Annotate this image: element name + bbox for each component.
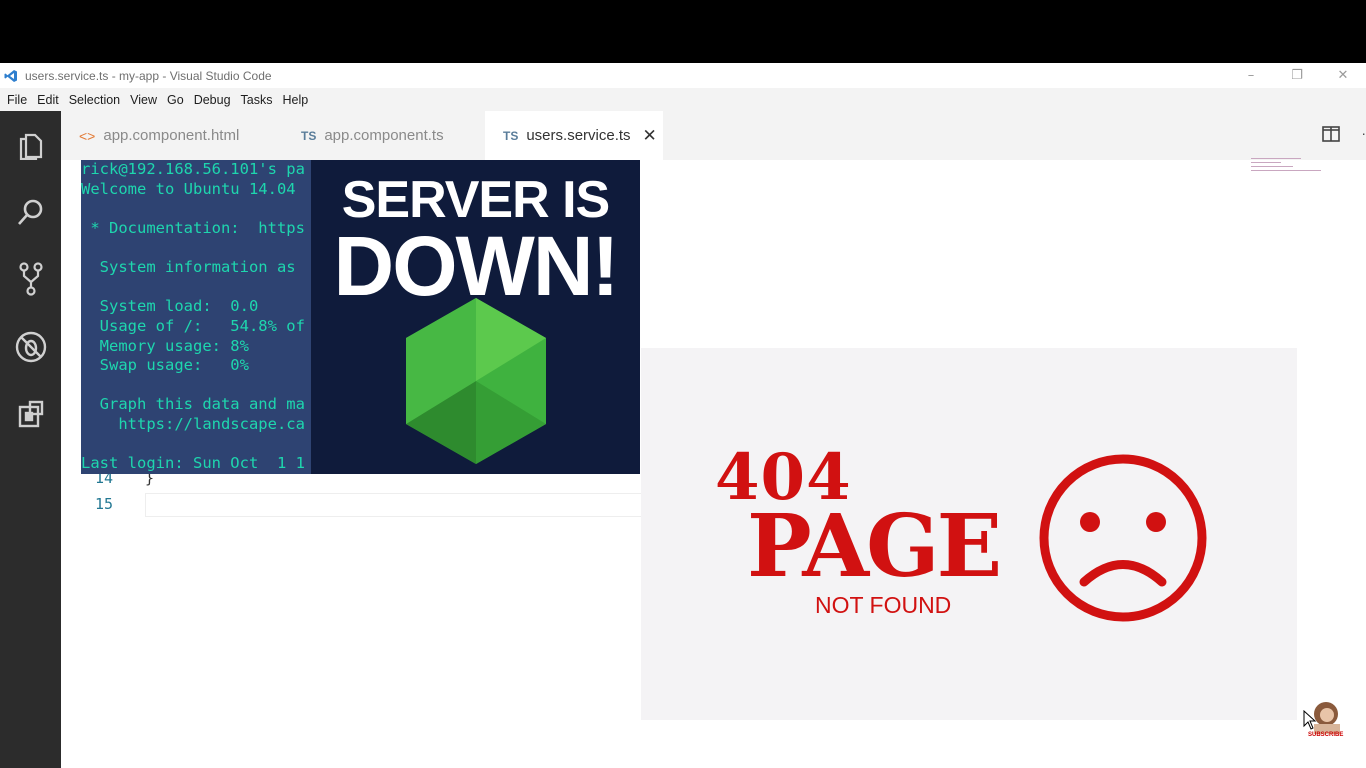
menu-file[interactable]: File (2, 93, 32, 107)
close-tab-icon[interactable]: ✕ (643, 126, 657, 146)
split-editor-icon[interactable] (1322, 126, 1340, 142)
close-window-button[interactable]: ✕ (1320, 68, 1366, 83)
server-down-thumbnail: SERVER IS DOWN! (311, 160, 640, 474)
title-bar: users.service.ts - my-app - Visual Studi… (0, 63, 1366, 88)
search-icon[interactable] (14, 195, 48, 229)
more-actions-icon[interactable]: · (1361, 125, 1366, 141)
terminal-line: System load: 0.0 (81, 297, 259, 315)
menu-help[interactable]: Help (278, 93, 314, 107)
menu-debug[interactable]: Debug (189, 93, 236, 107)
menu-view[interactable]: View (125, 93, 162, 107)
debug-icon[interactable] (14, 330, 48, 364)
not-found-card: 404 PAGE NOT FOUND (641, 348, 1297, 720)
tab-label: app.component.ts (324, 127, 444, 144)
terminal-line: Graph this data and ma (81, 395, 305, 413)
restore-button[interactable]: ❐ (1274, 68, 1320, 83)
window-title: users.service.ts - my-app - Visual Studi… (25, 68, 272, 83)
tab-app-component-ts[interactable]: TS app.component.ts (301, 111, 444, 160)
current-line-highlight (145, 493, 645, 517)
nodejs-hexagon-icon (406, 298, 546, 464)
vscode-logo-icon (3, 68, 19, 84)
error-subtitle: NOT FOUND (815, 592, 952, 618)
menu-go[interactable]: Go (162, 93, 189, 107)
window-controls: – ❐ ✕ (1228, 63, 1366, 88)
extensions-icon[interactable] (14, 397, 48, 431)
minimap[interactable] (1251, 158, 1331, 188)
ts-file-icon: TS (301, 128, 317, 143)
minimize-button[interactable]: – (1228, 68, 1274, 83)
ts-file-icon: TS (503, 128, 519, 143)
terminal-line: rick@192.168.56.101's pa (81, 160, 305, 178)
terminal-line: System information as (81, 258, 296, 276)
source-control-icon[interactable] (14, 262, 48, 296)
line-number: 15 (94, 495, 113, 513)
terminal-line: * Documentation: https (81, 219, 305, 237)
files-icon[interactable] (14, 128, 48, 162)
activity-bar (0, 111, 61, 768)
terminal-line: Welcome to Ubuntu 14.04 (81, 180, 296, 198)
terminal-overlay: rick@192.168.56.101's pa Welcome to Ubun… (81, 160, 321, 474)
terminal-line: Swap usage: 0% (81, 356, 249, 374)
tab-label: users.service.ts (526, 127, 631, 144)
menu-edit[interactable]: Edit (32, 93, 64, 107)
terminal-line: Usage of /: 54.8% of (81, 317, 305, 335)
tab-label: app.component.html (103, 127, 240, 144)
menu-bar: File Edit Selection View Go Debug Tasks … (0, 88, 1366, 111)
subscribe-label: SUBSCRIBE (1308, 732, 1344, 738)
error-page-word: PAGE (747, 496, 1002, 597)
menu-tasks[interactable]: Tasks (236, 93, 278, 107)
menu-selection[interactable]: Selection (64, 93, 125, 107)
html-file-icon: <> (79, 127, 96, 144)
tab-app-component-html[interactable]: <> app.component.html (79, 111, 239, 160)
terminal-line: Last login: Sun Oct 1 1 (81, 454, 305, 472)
sad-face-icon (1039, 454, 1207, 622)
terminal-line: Memory usage: 8% (81, 337, 249, 355)
tab-bar: <> app.component.html TS app.component.t… (61, 111, 1366, 160)
terminal-line: https://landscape.ca (81, 415, 305, 433)
video-letterbox (0, 0, 1366, 63)
tab-users-service-ts[interactable]: TS users.service.ts ✕ (485, 111, 663, 160)
mouse-pointer-icon (1303, 710, 1317, 730)
